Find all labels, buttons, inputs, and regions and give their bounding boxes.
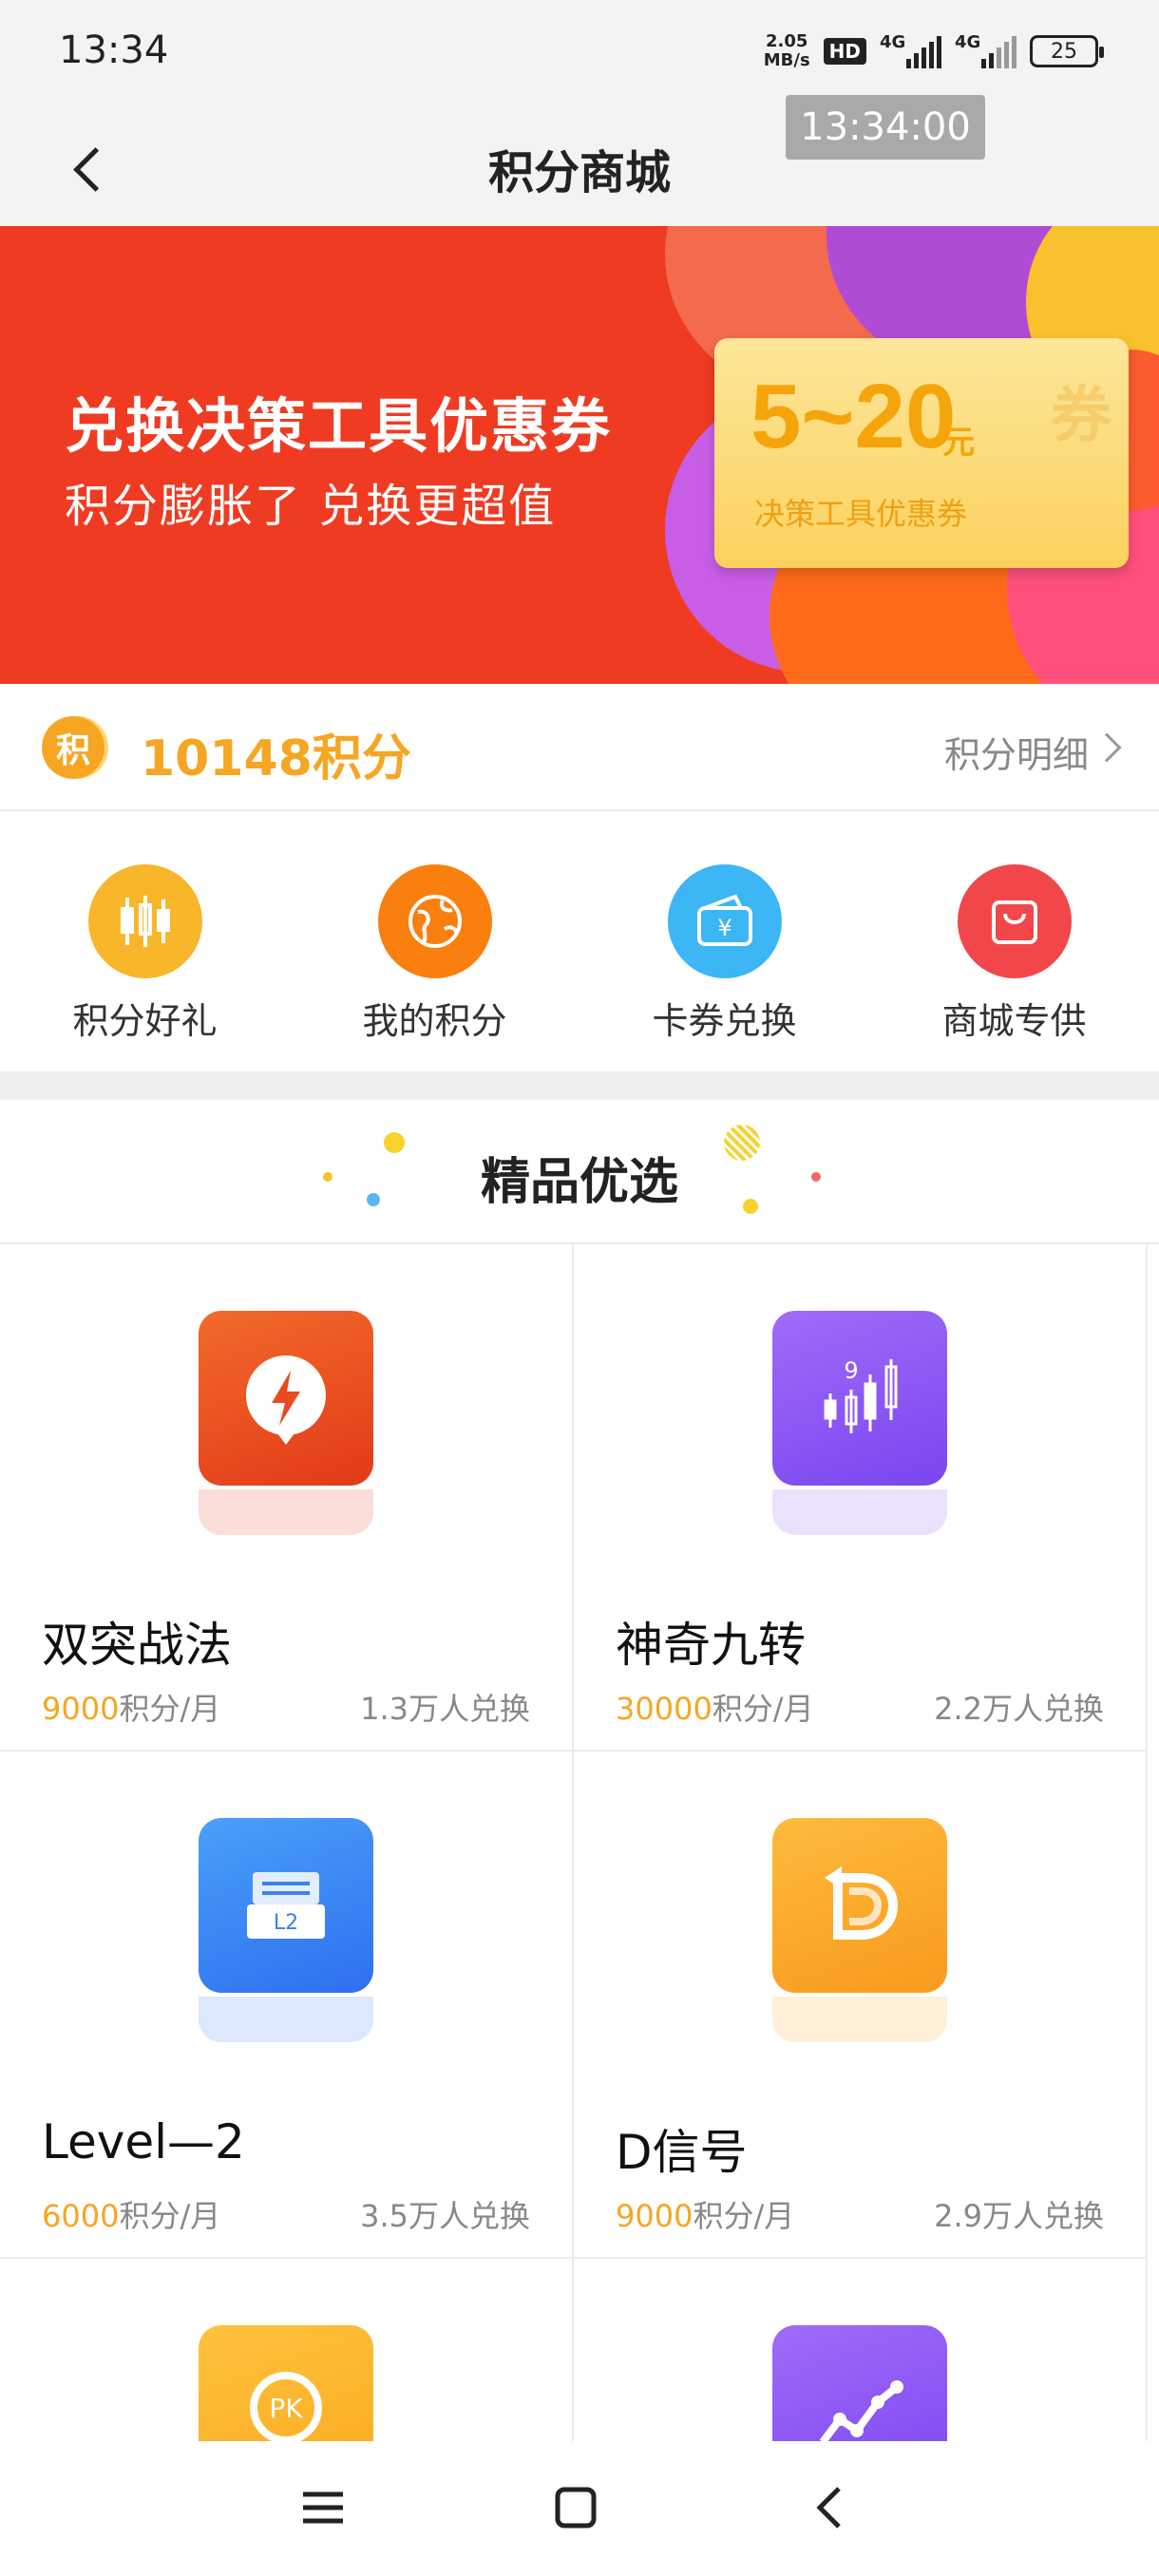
quick-action-gifts[interactable]: 积分好礼 bbox=[0, 813, 290, 1071]
section-divider bbox=[0, 1071, 1159, 1100]
coupon-unit: 元 bbox=[942, 424, 975, 462]
product-unit: 积分/月 bbox=[693, 2198, 795, 2234]
quick-action-voucher[interactable]: ¥ 卡券兑换 bbox=[580, 813, 869, 1071]
product-name: Level—2 bbox=[42, 2114, 245, 2169]
pk-label: PK bbox=[269, 2393, 303, 2424]
coupon-graphic: 券 5~20 元 决策工具优惠券 bbox=[714, 338, 1129, 568]
coupon-stub-text: 券 bbox=[1051, 381, 1112, 451]
product-price: 9000积分/月 bbox=[42, 1685, 220, 1729]
product-name: 双突战法 bbox=[42, 1618, 232, 1673]
chevron-right-icon[interactable] bbox=[1092, 732, 1122, 763]
product-price: 30000积分/月 bbox=[616, 1685, 814, 1729]
shopping-bag-icon bbox=[957, 864, 1072, 978]
product-card[interactable]: PK bbox=[0, 2259, 574, 2441]
quick-action-mall[interactable]: 商城专供 bbox=[869, 813, 1159, 1071]
network-speed-unit: MB/s bbox=[763, 50, 810, 70]
signal-icon: 4G bbox=[955, 32, 1016, 68]
level2-icon: L2 bbox=[199, 1818, 373, 1993]
icon-reflection bbox=[772, 1489, 947, 1535]
product-unit: 积分/月 bbox=[119, 2198, 221, 2234]
quick-action-my-points[interactable]: 我的积分 bbox=[290, 813, 580, 1071]
product-unit: 积分/月 bbox=[712, 1691, 814, 1727]
product-redeem-count: 2.2万人兑换 bbox=[934, 1691, 1104, 1727]
product-card[interactable]: 9 神奇九转 30000积分/月 2.2万人兑换 bbox=[574, 1244, 1148, 1752]
points-summary: 积 10148积分 积分明细 bbox=[0, 684, 1159, 811]
page-title: 积分商城 bbox=[487, 146, 671, 199]
status-icons: 2.05 MB/s HD 4G 4G 25 bbox=[764, 32, 1104, 70]
product-redeem-count: 3.5万人兑换 bbox=[360, 2198, 530, 2234]
globe-icon bbox=[377, 864, 492, 978]
product-points: 9000 bbox=[42, 1691, 120, 1727]
points-balance: 10148积分 bbox=[141, 730, 411, 787]
product-points: 30000 bbox=[616, 1691, 712, 1727]
status-time: 13:34 bbox=[59, 28, 169, 72]
home-icon[interactable] bbox=[528, 2460, 623, 2555]
candlestick-icon bbox=[87, 864, 202, 978]
network-speed: 2.05 MB/s bbox=[764, 32, 810, 70]
icon-reflection bbox=[199, 1997, 373, 2042]
time-overlay: 13:34:00 bbox=[786, 95, 985, 160]
product-card[interactable]: D信号 9000积分/月 2.9万人兑换 bbox=[574, 1752, 1148, 2259]
back-nav-icon[interactable] bbox=[781, 2460, 876, 2555]
coupon-description: 决策工具优惠券 bbox=[754, 496, 968, 532]
app-header: 积分商城 13:34:00 bbox=[0, 95, 1159, 226]
product-name: D信号 bbox=[616, 2125, 748, 2180]
product-name: 神奇九转 bbox=[616, 1618, 806, 1673]
battery-icon: 25 bbox=[1030, 35, 1104, 67]
product-points: 6000 bbox=[42, 2198, 120, 2234]
banner-subtitle: 积分膨胀了 兑换更超值 bbox=[65, 480, 557, 533]
quick-action-label: 积分好礼 bbox=[72, 1000, 218, 1042]
lightning-icon bbox=[199, 1311, 373, 1486]
menu-icon[interactable] bbox=[276, 2460, 370, 2555]
product-card[interactable]: L2 Level—2 6000积分/月 3.5万人兑换 bbox=[0, 1752, 574, 2259]
promo-banner[interactable]: 兑换决策工具优惠券 积分膨胀了 兑换更超值 券 5~20 元 决策工具优惠券 bbox=[0, 226, 1159, 684]
network-speed-value: 2.05 bbox=[765, 31, 808, 51]
product-redeem-count: 2.9万人兑换 bbox=[934, 2198, 1104, 2234]
quick-action-label: 我的积分 bbox=[362, 1000, 507, 1042]
quick-action-label: 商城专供 bbox=[941, 1000, 1087, 1042]
product-price: 9000积分/月 bbox=[616, 2192, 794, 2236]
battery-level: 25 bbox=[1051, 39, 1077, 64]
status-bar: 13:34 2.05 MB/s HD 4G 4G 25 bbox=[0, 0, 1159, 112]
svg-text:¥: ¥ bbox=[717, 915, 732, 941]
network-type: 4G bbox=[955, 32, 981, 52]
product-redeem-count: 1.3万人兑换 bbox=[360, 1691, 530, 1727]
system-nav-bar bbox=[0, 2441, 1159, 2576]
quick-action-label: 卡券兑换 bbox=[652, 1000, 797, 1042]
level2-label: L2 bbox=[274, 1911, 298, 1935]
d-signal-icon bbox=[772, 1818, 947, 1993]
section-title: 精品优选 bbox=[480, 1154, 678, 1211]
product-card[interactable] bbox=[574, 2259, 1148, 2441]
hd-icon: HD bbox=[823, 38, 866, 65]
coupon-amount: 5~20 bbox=[750, 366, 957, 467]
product-points: 9000 bbox=[616, 2198, 694, 2234]
product-price: 6000积分/月 bbox=[42, 2192, 220, 2236]
quick-actions: 积分好礼 我的积分 ¥ 卡券兑换 商城专供 bbox=[0, 813, 1159, 1071]
signal-icon: 4G bbox=[880, 32, 941, 68]
network-type: 4G bbox=[880, 32, 906, 52]
featured-section-header: 精品优选 bbox=[0, 1100, 1159, 1244]
banner-title: 兑换决策工具优惠券 bbox=[65, 391, 613, 461]
icon-reflection bbox=[199, 1489, 373, 1535]
icon-reflection bbox=[772, 1997, 947, 2042]
wallet-icon: ¥ bbox=[667, 864, 782, 978]
product-card[interactable]: 双突战法 9000积分/月 1.3万人兑换 bbox=[0, 1244, 574, 1752]
trend-chart-icon bbox=[772, 2325, 947, 2441]
nine-turn-chart-icon: 9 bbox=[772, 1311, 947, 1486]
nine-label: 9 bbox=[844, 1357, 858, 1384]
points-detail-link[interactable]: 积分明细 bbox=[944, 726, 1089, 778]
product-unit: 积分/月 bbox=[119, 1691, 221, 1727]
pk-icon: PK bbox=[199, 2325, 373, 2441]
points-icon: 积 bbox=[42, 716, 104, 779]
